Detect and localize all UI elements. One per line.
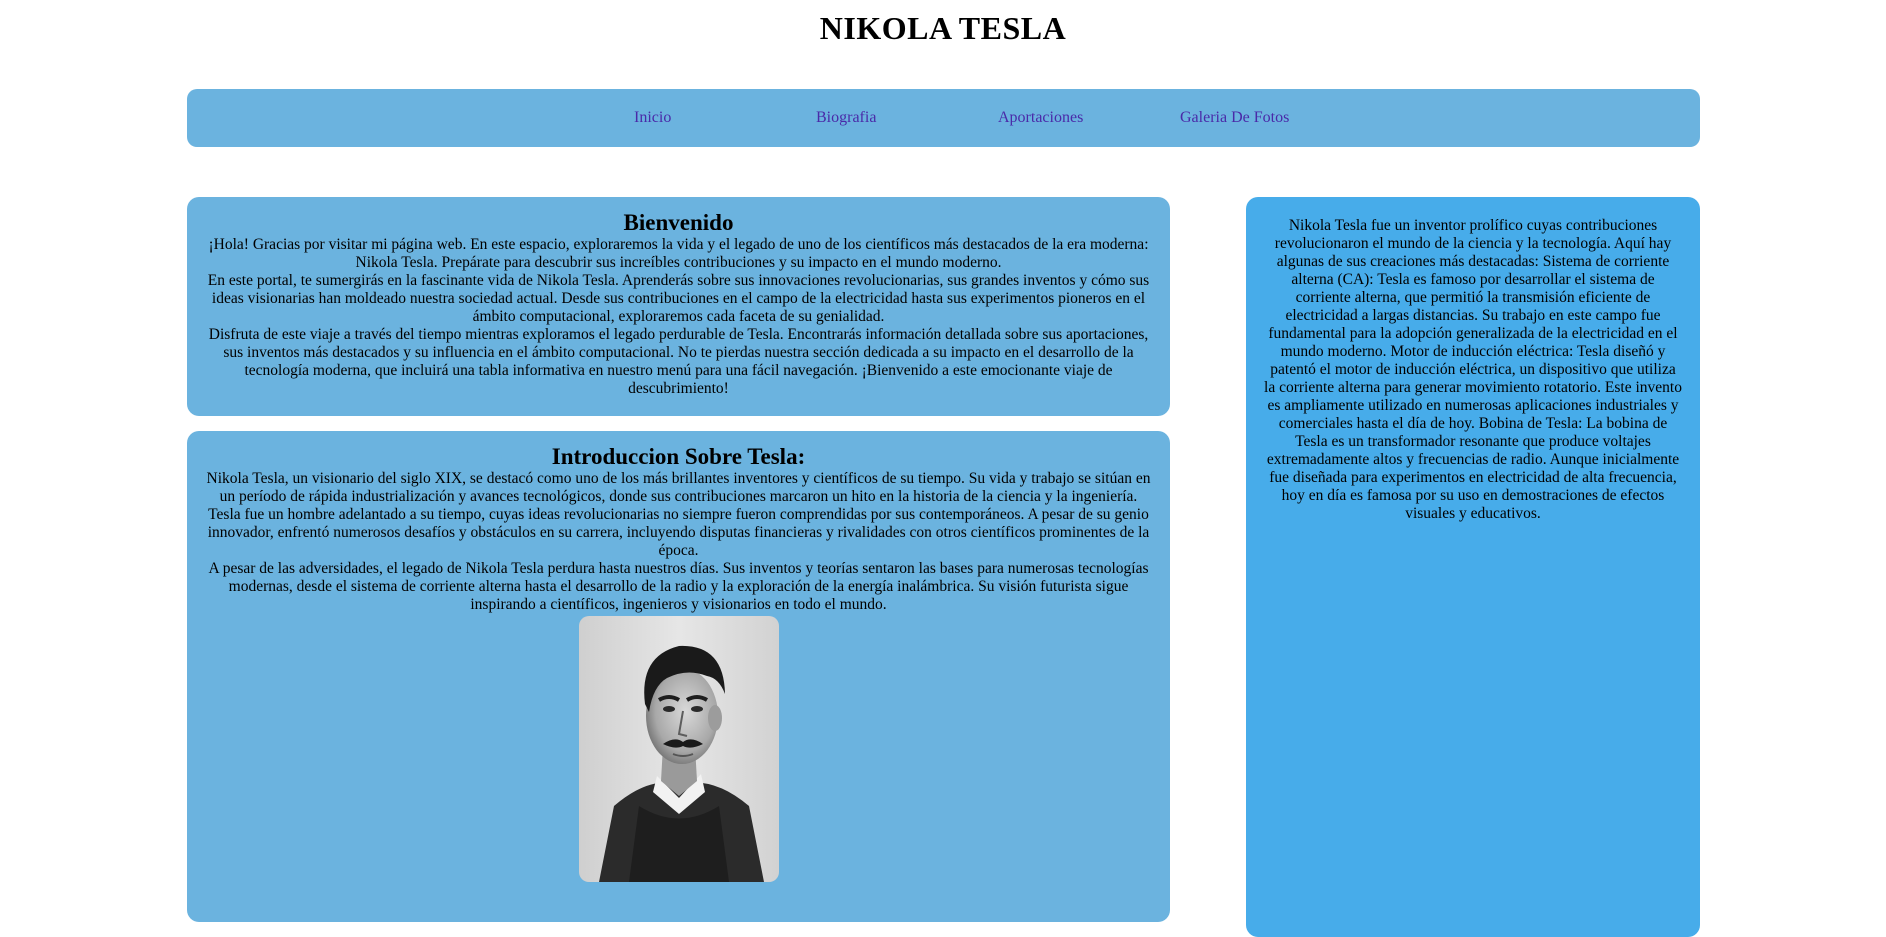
intro-paragraph: Tesla fue un hombre adelantado a su tiem…: [207, 506, 1150, 559]
inventions-side-panel: Nikola Tesla fue un inventor prolífico c…: [1246, 197, 1700, 937]
page-title: NIKOLA TESLA: [819, 10, 1067, 46]
inventions-summary-text: Nikola Tesla fue un inventor prolífico c…: [1264, 217, 1682, 522]
main-navigation: Inicio Biografia Aportaciones Galeria De…: [187, 89, 1700, 147]
intro-section: Introduccion Sobre Tesla: Nikola Tesla, …: [187, 431, 1170, 922]
nav-link-galeria-de-fotos[interactable]: Galeria De Fotos: [1180, 109, 1289, 127]
intro-paragraph: Nikola Tesla, un visionario del siglo XI…: [206, 470, 1151, 505]
nav-link-biografia[interactable]: Biografia: [816, 109, 876, 127]
welcome-paragraph: En este portal, te sumergirás en la fasc…: [207, 272, 1150, 325]
nav-link-aportaciones[interactable]: Aportaciones: [998, 109, 1083, 127]
welcome-heading: Bienvenido: [623, 210, 734, 235]
intro-heading: Introduccion Sobre Tesla:: [551, 444, 806, 469]
tesla-portrait-image: [578, 616, 779, 882]
intro-paragraph: A pesar de las adversidades, el legado d…: [208, 560, 1149, 613]
welcome-paragraph: Disfruta de este viaje a través del tiem…: [208, 326, 1149, 397]
welcome-section: Bienvenido ¡Hola! Gracias por visitar mi…: [187, 197, 1170, 416]
nav-link-inicio[interactable]: Inicio: [634, 109, 671, 127]
welcome-paragraph: ¡Hola! Gracias por visitar mi página web…: [208, 236, 1149, 271]
